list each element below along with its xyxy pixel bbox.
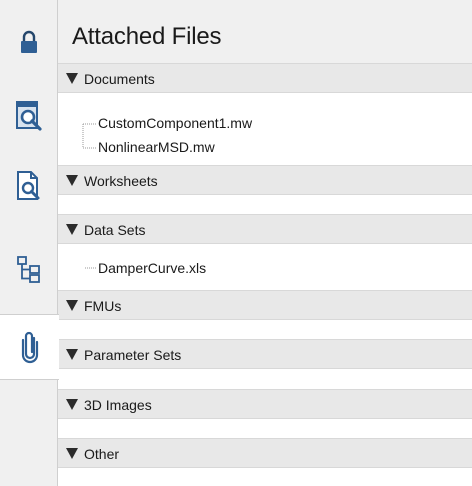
attached-files-button[interactable] bbox=[0, 314, 59, 380]
lock-icon bbox=[21, 30, 37, 53]
section-3d-images[interactable]: 3D Images bbox=[58, 389, 472, 419]
section-data-sets[interactable]: Data Sets bbox=[58, 214, 472, 244]
document-preview-icon bbox=[16, 101, 42, 131]
section-parameter-sets[interactable]: Parameter Sets bbox=[58, 339, 472, 369]
expand-triangle-icon bbox=[66, 448, 78, 459]
section-other[interactable]: Other bbox=[58, 438, 472, 468]
file-item-customcomponent1[interactable]: CustomComponent1.mw bbox=[98, 115, 252, 131]
hierarchy-button[interactable] bbox=[0, 246, 58, 292]
section-label: 3D Images bbox=[84, 397, 152, 413]
expand-triangle-icon bbox=[66, 73, 78, 84]
section-fmus[interactable]: FMUs bbox=[58, 290, 472, 320]
file-item-nonlinearmsd[interactable]: NonlinearMSD.mw bbox=[98, 139, 215, 155]
section-label: Worksheets bbox=[84, 173, 158, 189]
expand-triangle-icon bbox=[66, 399, 78, 410]
lock-button[interactable] bbox=[0, 22, 58, 62]
expand-triangle-icon bbox=[66, 224, 78, 235]
section-label: Documents bbox=[84, 71, 155, 87]
document-search-icon bbox=[17, 171, 40, 200]
expand-triangle-icon bbox=[66, 300, 78, 311]
side-toolbar bbox=[0, 0, 59, 486]
section-documents[interactable]: Documents bbox=[58, 63, 472, 93]
section-label: Data Sets bbox=[84, 222, 146, 238]
file-item-dampercurve[interactable]: DamperCurve.xls bbox=[98, 260, 206, 276]
paperclip-icon bbox=[21, 331, 38, 364]
section-label: Parameter Sets bbox=[84, 347, 182, 363]
hierarchy-tree-icon bbox=[17, 256, 40, 283]
panel-title: Attached Files bbox=[72, 23, 222, 50]
section-worksheets[interactable]: Worksheets bbox=[58, 165, 472, 195]
expand-triangle-icon bbox=[66, 175, 78, 186]
expand-triangle-icon bbox=[66, 349, 78, 360]
search-document-button[interactable] bbox=[0, 162, 58, 210]
section-label: FMUs bbox=[84, 298, 122, 314]
attached-files-window: Attached Files Documents CustomComponent… bbox=[0, 0, 472, 486]
section-label: Other bbox=[84, 446, 120, 462]
preview-button[interactable] bbox=[0, 92, 58, 140]
panel-header: Attached Files bbox=[58, 0, 472, 64]
attached-files-panel: Attached Files Documents CustomComponent… bbox=[58, 0, 472, 486]
